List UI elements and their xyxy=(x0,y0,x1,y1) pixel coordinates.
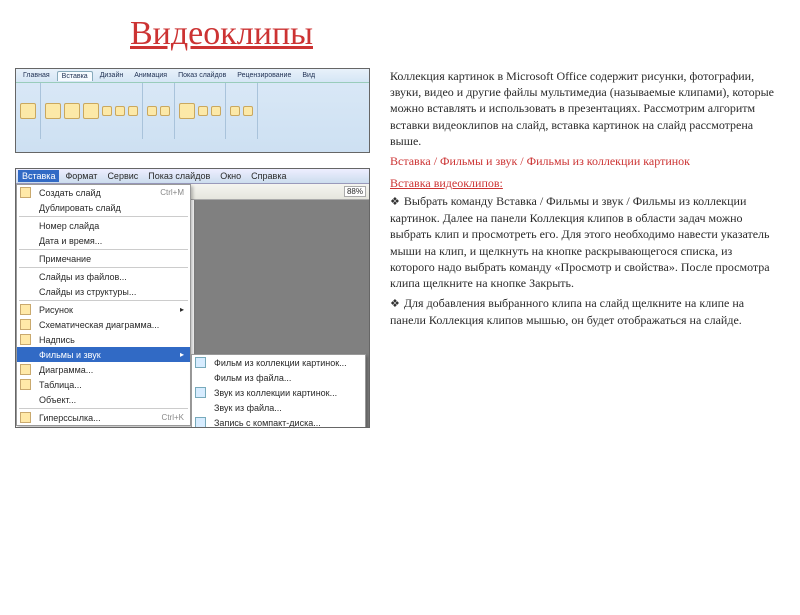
chart-icon[interactable] xyxy=(128,106,138,116)
menu-item-label: Гиперссылка... xyxy=(39,413,101,423)
menu-item-label: Примечание xyxy=(39,254,91,264)
content-row: Главная Вставка Дизайн Анимация Показ сл… xyxy=(0,68,800,428)
menu-window[interactable]: Окно xyxy=(216,170,245,182)
bullet-2: Для добавления выбранного клипа на слайд… xyxy=(390,295,775,328)
menu-item-icon xyxy=(20,334,31,345)
ribbon-screenshot: Главная Вставка Дизайн Анимация Показ сл… xyxy=(15,68,370,153)
submenu-item-icon xyxy=(195,357,206,368)
menu-item-label: Диаграмма... xyxy=(39,365,93,375)
wordart-icon[interactable] xyxy=(211,106,221,116)
menu-item[interactable]: Фильмы и звук xyxy=(17,347,190,362)
menu-tools[interactable]: Сервис xyxy=(103,170,142,182)
submenu-item-label: Звук из файла... xyxy=(214,403,282,413)
menu-item-label: Номер слайда xyxy=(39,221,99,231)
clipart-icon[interactable] xyxy=(64,103,80,119)
menu-item[interactable]: Гиперссылка... Ctrl+K xyxy=(17,410,190,425)
ribbon-tab[interactable]: Дизайн xyxy=(96,71,128,80)
menu-shortcut: Ctrl+K xyxy=(162,413,184,422)
menu-item-label: Таблица... xyxy=(39,380,82,390)
ribbon-tab[interactable]: Показ слайдов xyxy=(174,71,230,80)
submenu-item-icon xyxy=(195,417,206,428)
menu-item[interactable]: Слайды из файлов... xyxy=(17,269,190,284)
textbox-icon[interactable] xyxy=(179,103,195,119)
subheading: Вставка видеоклипов: xyxy=(390,175,775,191)
menu-item-icon xyxy=(20,412,31,423)
menu-item-icon xyxy=(20,379,31,390)
movies-sound-submenu: Фильм из коллекции картинок... Фильм из ф… xyxy=(191,354,366,428)
bullet-1: Выбрать команду Вставка / Фильмы и звук … xyxy=(390,193,775,291)
menu-path: Вставка / Фильмы и звук / Фильмы из колл… xyxy=(390,153,775,169)
menu-insert[interactable]: Вставка xyxy=(18,170,59,182)
menu-item[interactable]: Дата и время... xyxy=(17,233,190,248)
ribbon-tab[interactable]: Рецензирование xyxy=(233,71,295,80)
movie-icon[interactable] xyxy=(230,106,240,116)
menu-item-label: Рисунок xyxy=(39,305,73,315)
submenu-item[interactable]: Звук из файла... xyxy=(192,400,365,415)
insert-menu-dropdown: Создать слайд Ctrl+M Дублировать слайд Номе… xyxy=(16,184,191,426)
album-icon[interactable] xyxy=(83,103,99,119)
menu-item-icon xyxy=(20,319,31,330)
ribbon-body xyxy=(16,83,369,139)
menu-format[interactable]: Формат xyxy=(61,170,101,182)
submenu-item[interactable]: Запись с компакт-диска... xyxy=(192,415,365,428)
menu-item[interactable]: Схематическая диаграмма... xyxy=(17,317,190,332)
submenu-item-label: Фильм из коллекции картинок... xyxy=(214,358,347,368)
menu-shortcut: Ctrl+M xyxy=(160,188,184,197)
submenu-item-icon xyxy=(195,387,206,398)
menu-slideshow[interactable]: Показ слайдов xyxy=(144,170,214,182)
submenu-item[interactable]: Фильм из коллекции картинок... xyxy=(192,355,365,370)
table-icon[interactable] xyxy=(20,103,36,119)
left-column: Главная Вставка Дизайн Анимация Показ сл… xyxy=(0,68,380,428)
ribbon-tab[interactable]: Главная xyxy=(19,71,54,80)
menu-item[interactable]: Таблица... xyxy=(17,377,190,392)
menu-item-label: Дата и время... xyxy=(39,236,102,246)
smartart-icon[interactable] xyxy=(115,106,125,116)
menu-item-label: Надпись xyxy=(39,335,75,345)
picture-icon[interactable] xyxy=(45,103,61,119)
shapes-icon[interactable] xyxy=(102,106,112,116)
menu-item-label: Схематическая диаграмма... xyxy=(39,320,159,330)
action-icon[interactable] xyxy=(160,106,170,116)
menu-item-label: Дублировать слайд xyxy=(39,203,121,213)
menu-item[interactable]: Объект... xyxy=(17,392,190,407)
menu-item-label: Создать слайд xyxy=(39,188,101,198)
menu-item-icon xyxy=(20,364,31,375)
ribbon-tab[interactable]: Анимация xyxy=(130,71,171,80)
intro-paragraph: Коллекция картинок в Microsoft Office со… xyxy=(390,68,775,149)
text-column: Коллекция картинок в Microsoft Office со… xyxy=(390,68,785,428)
submenu-item[interactable]: Фильм из файла... xyxy=(192,370,365,385)
submenu-item[interactable]: Звук из коллекции картинок... xyxy=(192,385,365,400)
menu-item[interactable]: Надпись xyxy=(17,332,190,347)
menu-item[interactable]: Создать слайд Ctrl+M xyxy=(17,185,190,200)
menu-item-label: Объект... xyxy=(39,395,76,405)
menu-item[interactable]: Слайды из структуры... xyxy=(17,284,190,299)
menu-item[interactable]: Номер слайда xyxy=(17,218,190,233)
page-title: Видеоклипы xyxy=(130,15,800,53)
header-icon[interactable] xyxy=(198,106,208,116)
ribbon-tab[interactable]: Вид xyxy=(298,71,319,80)
menu-item-label: Фильмы и звук xyxy=(39,350,101,360)
menu-item-icon xyxy=(20,304,31,315)
sound-icon[interactable] xyxy=(243,106,253,116)
menubar: Вставка Формат Сервис Показ слайдов Окно… xyxy=(16,169,369,184)
zoom-box[interactable]: 88% xyxy=(344,186,366,197)
menu-item-icon xyxy=(20,187,31,198)
menu-help[interactable]: Справка xyxy=(247,170,290,182)
menu-screenshot: Вставка Формат Сервис Показ слайдов Окно… xyxy=(15,168,370,428)
menu-item-label: Слайды из структуры... xyxy=(39,287,136,297)
submenu-item-label: Звук из коллекции картинок... xyxy=(214,388,337,398)
submenu-item-label: Фильм из файла... xyxy=(214,373,291,383)
menu-item[interactable]: Примечание xyxy=(17,251,190,266)
submenu-item-label: Запись с компакт-диска... xyxy=(214,418,321,428)
menu-item-label: Слайды из файлов... xyxy=(39,272,127,282)
link-icon[interactable] xyxy=(147,106,157,116)
menu-item[interactable]: Диаграмма... xyxy=(17,362,190,377)
menu-item[interactable]: Дублировать слайд xyxy=(17,200,190,215)
menu-item[interactable]: Рисунок xyxy=(17,302,190,317)
ribbon-tab-active[interactable]: Вставка xyxy=(57,71,93,81)
ribbon-tabs: Главная Вставка Дизайн Анимация Показ сл… xyxy=(16,69,369,83)
